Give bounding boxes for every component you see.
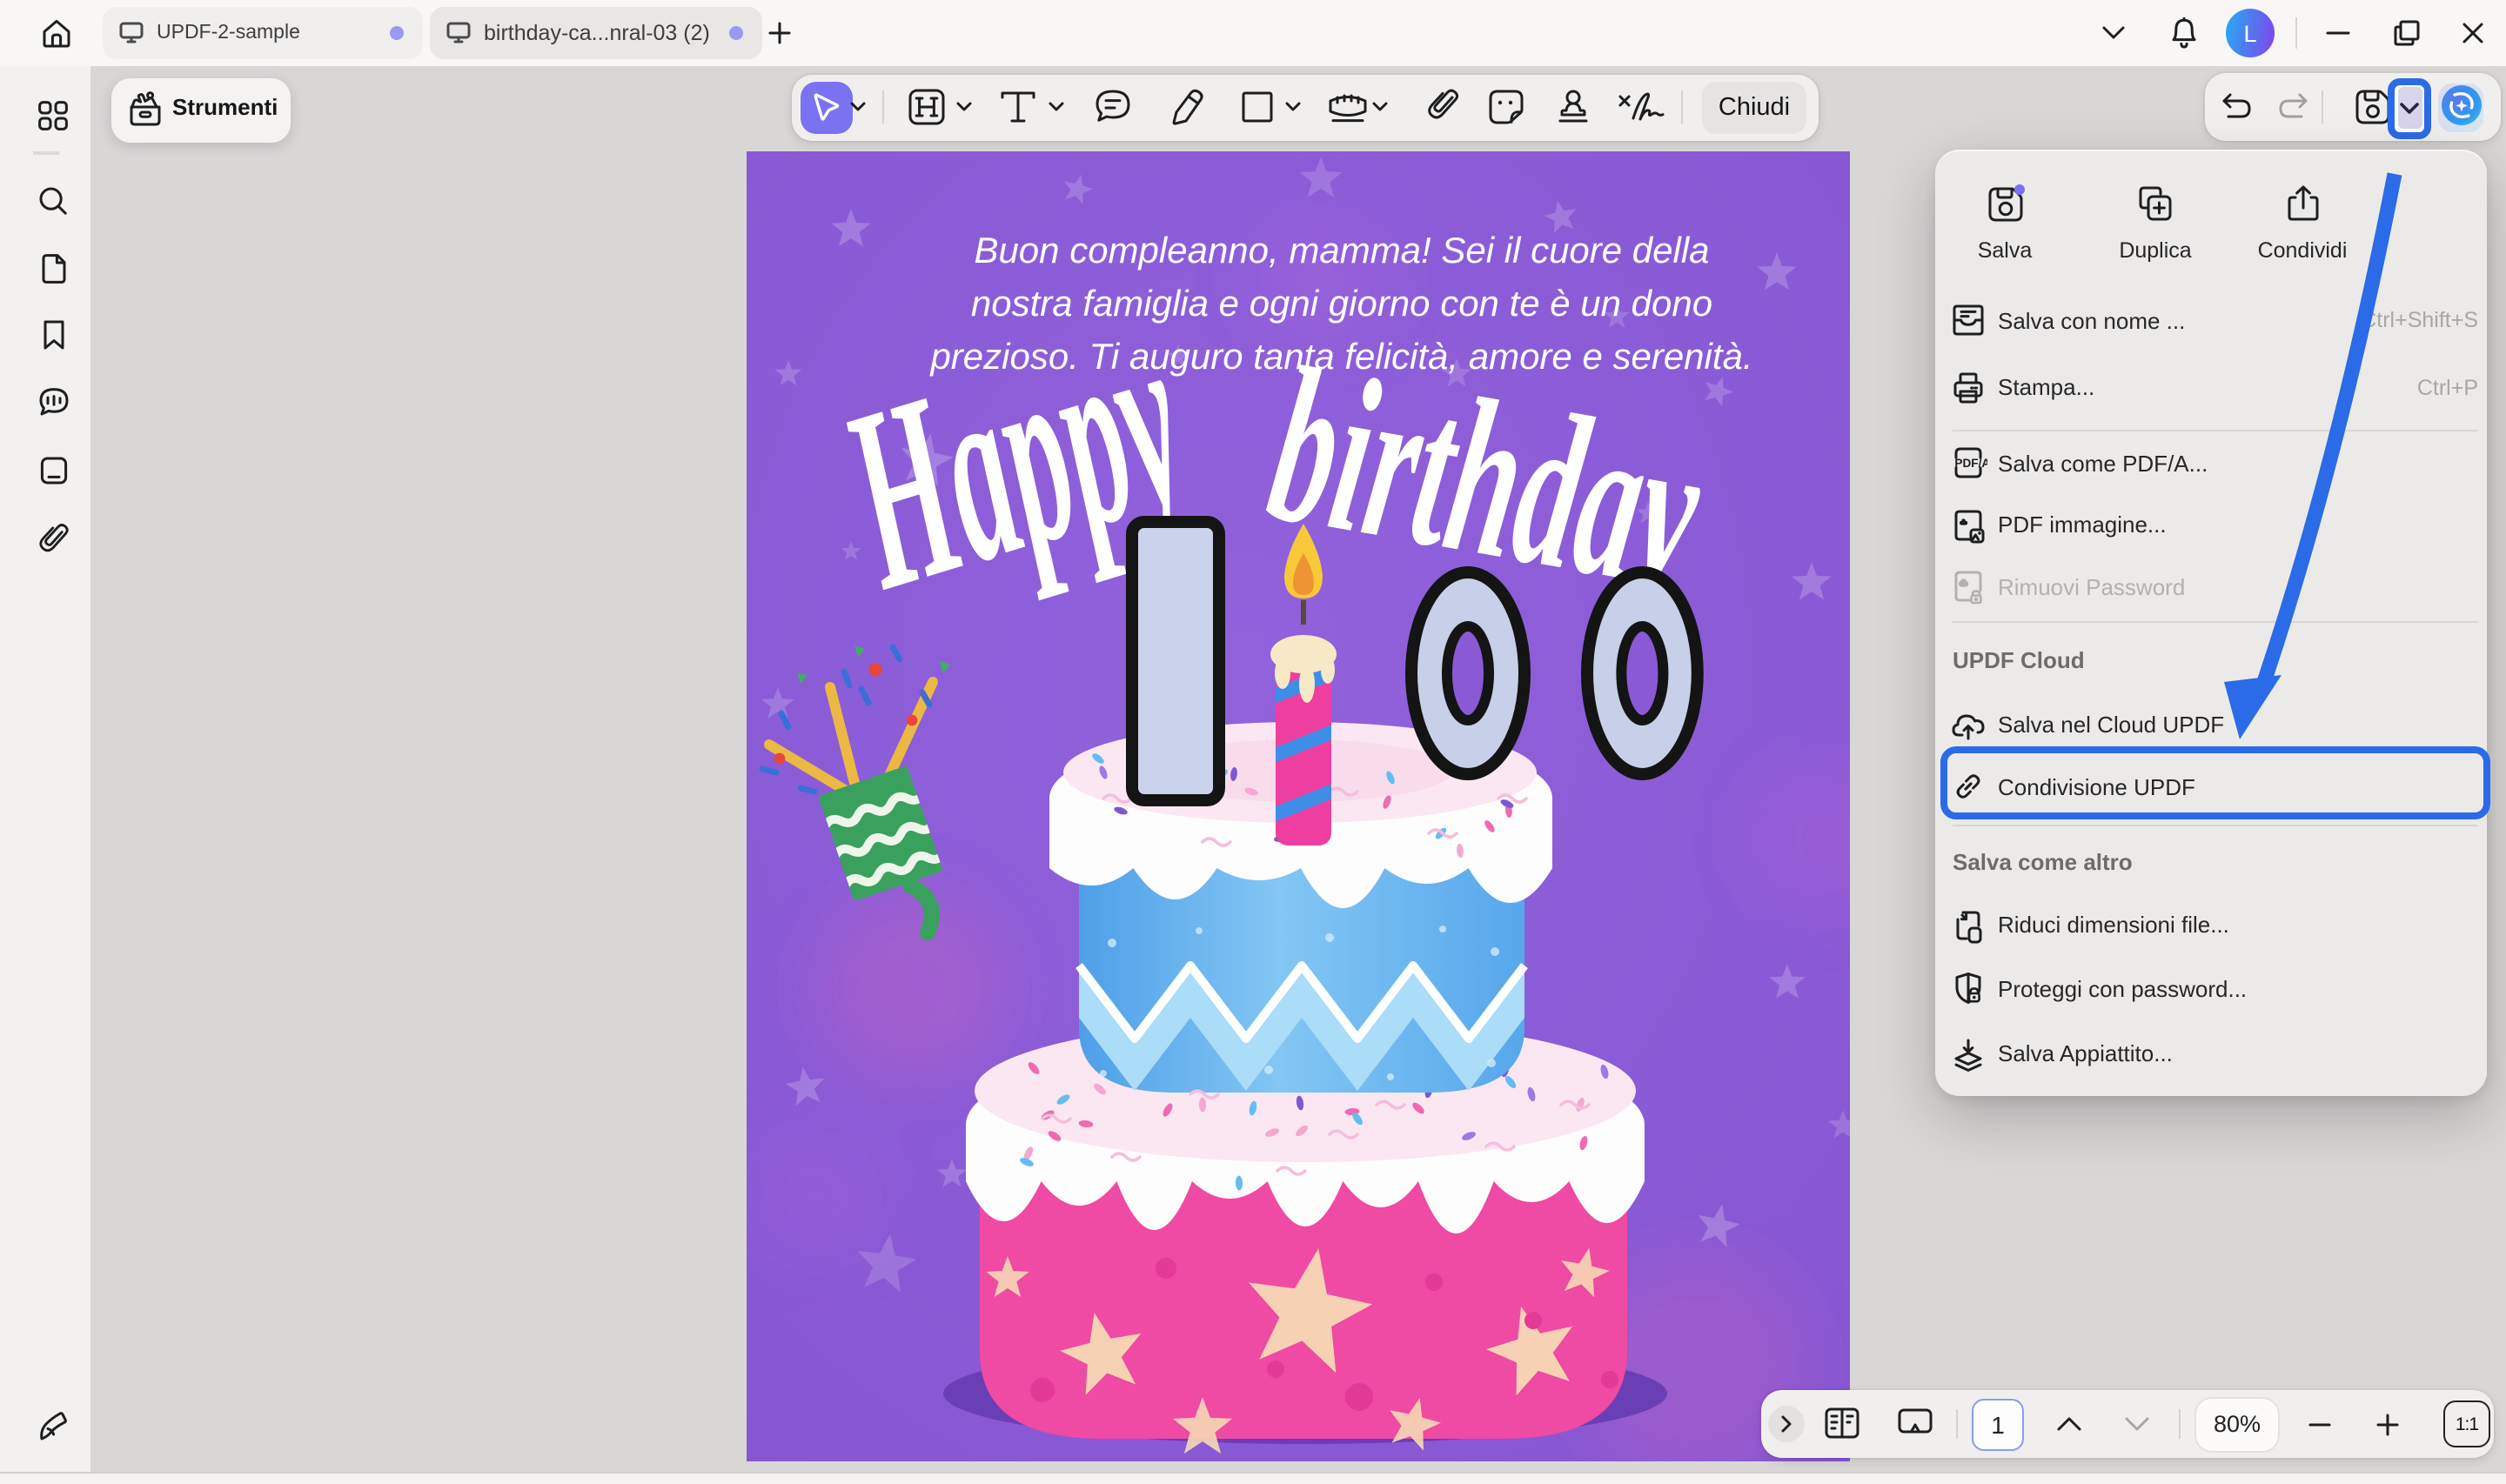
svg-text:PDF/A: PDF/A (1954, 457, 1987, 470)
svg-text:Buon compleanno, mamma! Sei il: Buon compleanno, mamma! Sei il cuore del… (974, 230, 1709, 271)
